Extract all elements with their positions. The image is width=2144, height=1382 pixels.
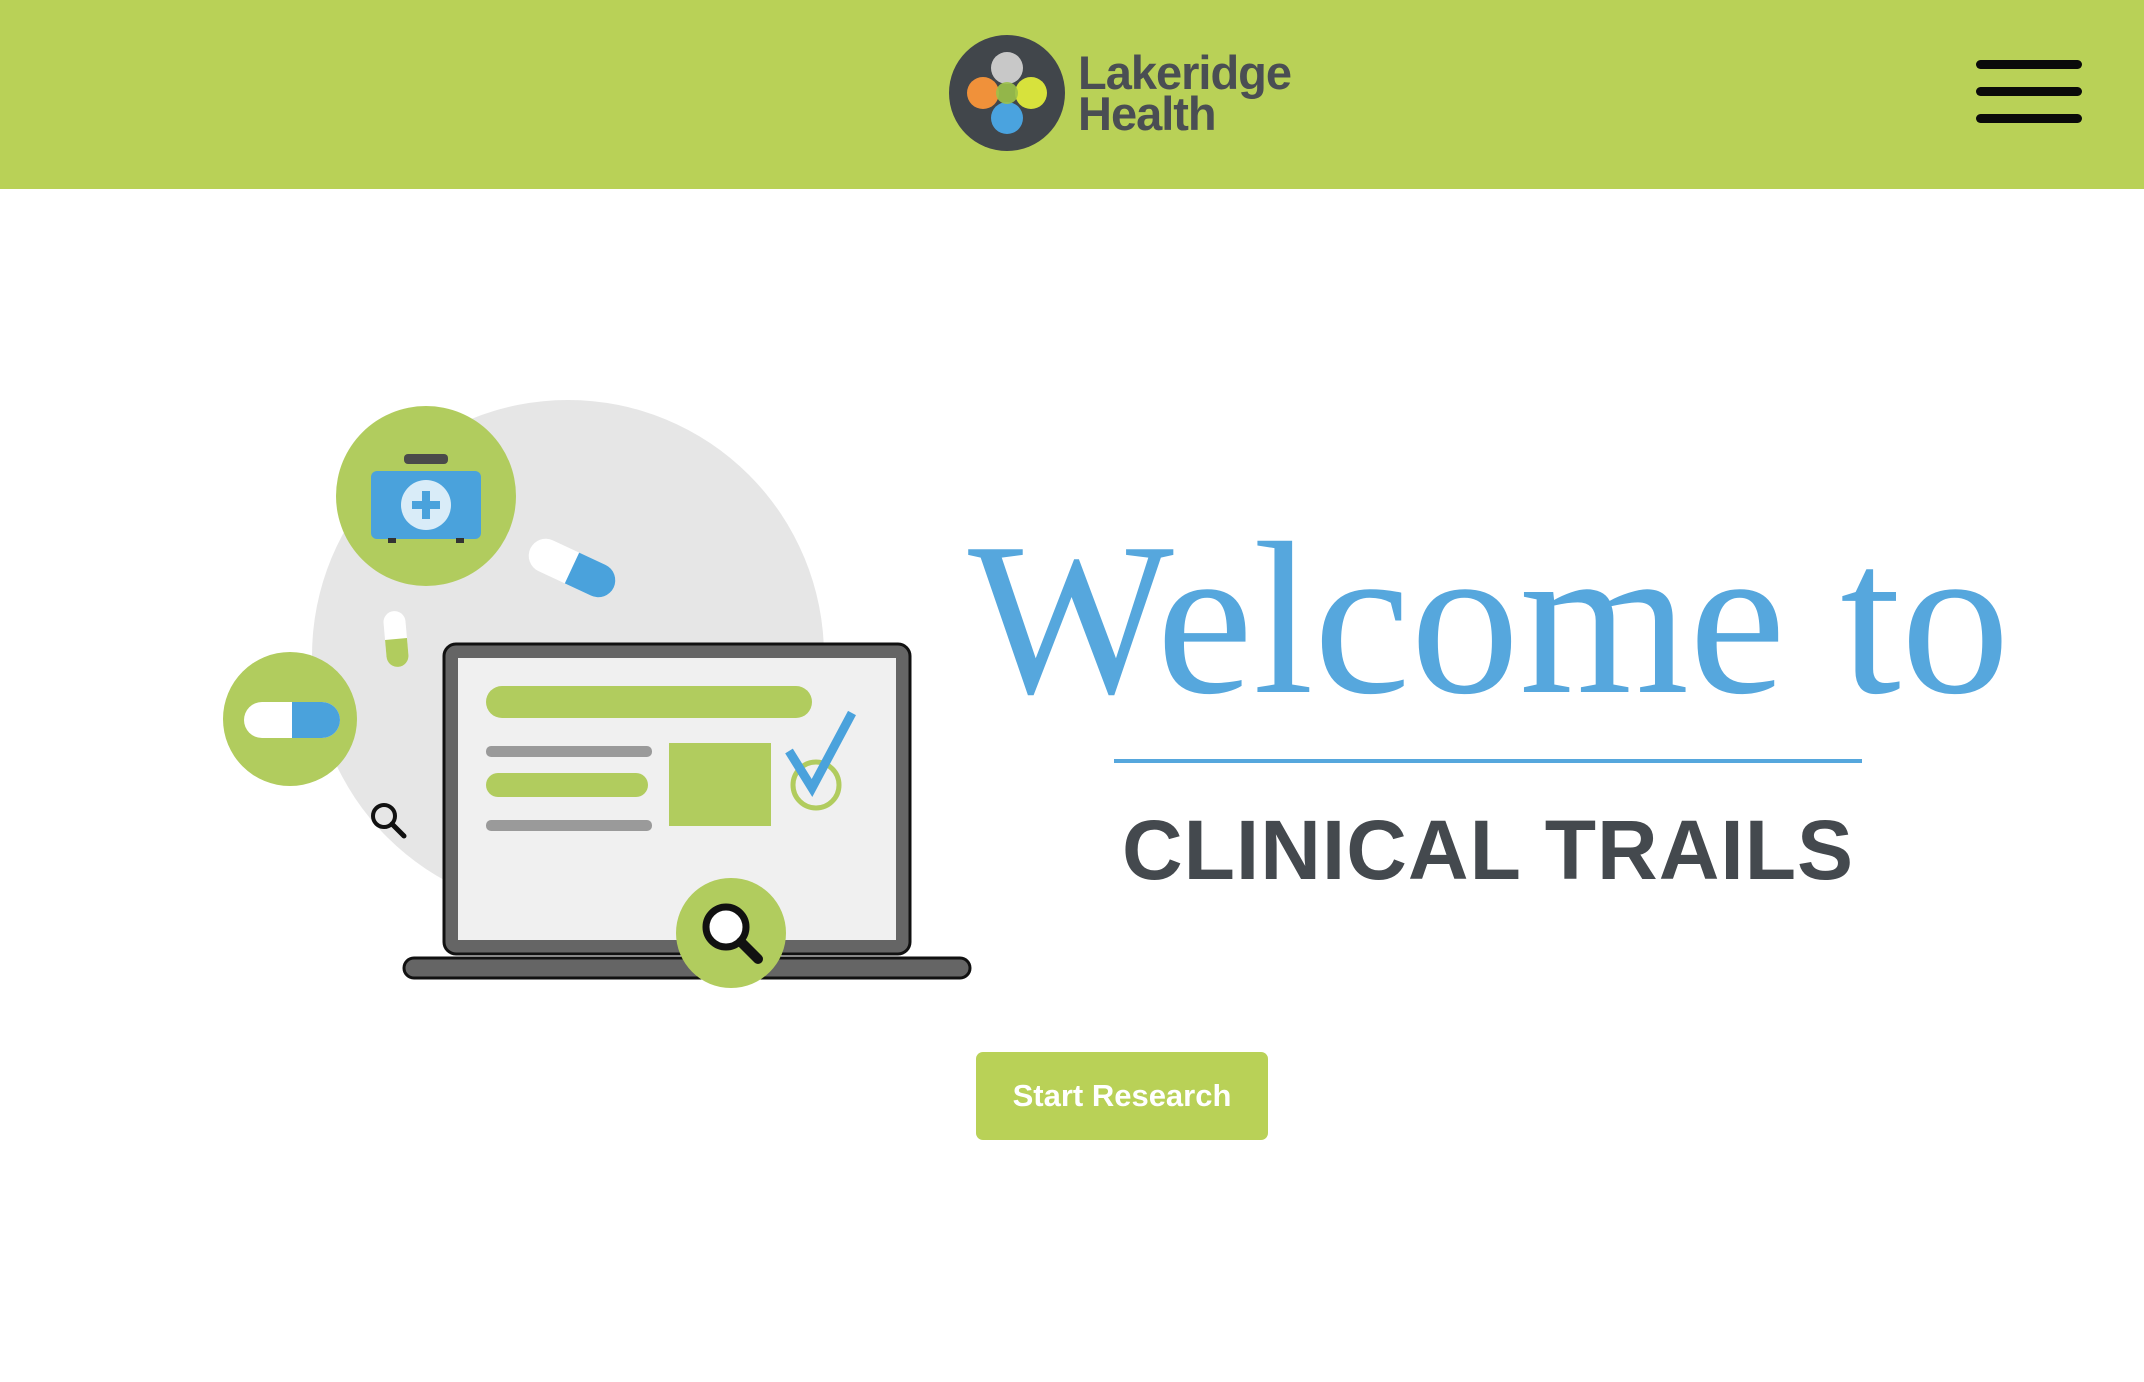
clinical-trails-subtitle: CLINICAL TRAILS: [1121, 803, 1855, 897]
menu-bar-middle: [1976, 87, 2082, 96]
magnifier-icon: [676, 878, 786, 988]
clinical-research-illustration: [223, 400, 972, 988]
start-research-button[interactable]: Start Research: [976, 1052, 1268, 1140]
menu-bar-top: [1976, 60, 2082, 69]
menu-bar-bottom: [1976, 114, 2082, 123]
logo-line-2: Health: [1078, 87, 1217, 140]
logo-mark-icon: [949, 35, 1065, 151]
logo-wordmark: Lakeridge Health: [1078, 49, 1292, 140]
capsule-icon: [223, 652, 357, 786]
heading-divider: [1114, 759, 1862, 763]
top-header: Lakeridge Health: [0, 0, 2144, 189]
hamburger-menu-icon[interactable]: [1972, 56, 2086, 130]
welcome-heading: Welcome to: [968, 499, 2010, 740]
lakeridge-health-logo[interactable]: Lakeridge Health: [948, 34, 1308, 154]
page: Lakeridge Health Welcome to CLINICAL TRA…: [0, 0, 2144, 1382]
medical-kit-icon: [336, 406, 516, 586]
